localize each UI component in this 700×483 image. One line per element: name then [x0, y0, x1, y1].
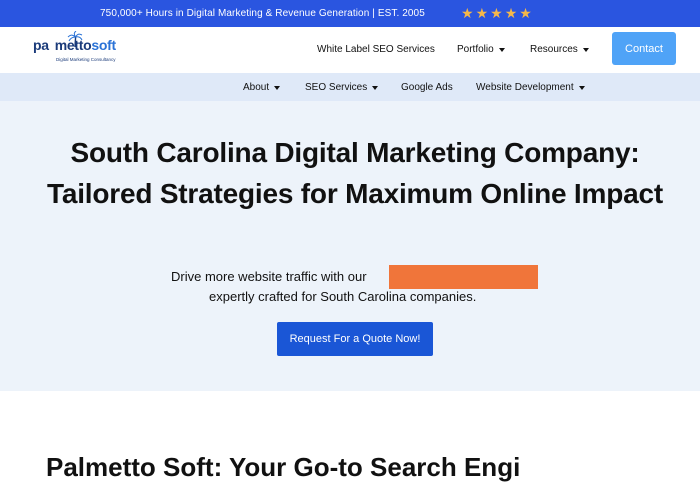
subnav-google-ads-label: Google Ads	[401, 82, 453, 93]
subnav-seo-services[interactable]: SEO Services	[305, 82, 379, 93]
secondary-navigation: About SEO Services Google Ads Website De…	[0, 73, 700, 101]
subnav-about-label: About	[243, 82, 270, 93]
chevron-down-icon	[372, 85, 379, 90]
nav-portfolio[interactable]: Portfolio	[457, 44, 505, 55]
site-header: pa mettosoft Digital Marketing Consultanc…	[0, 27, 700, 73]
subnav-seo-services-label: SEO Services	[305, 82, 368, 93]
rating-stars: ★ ★ ★ ★ ★	[461, 5, 532, 21]
hero-description-line2: expertly crafted for South Carolina comp…	[209, 289, 477, 304]
contact-button[interactable]: Contact	[612, 32, 676, 65]
nav-resources[interactable]: Resources	[530, 44, 589, 55]
star-icon: ★	[504, 5, 518, 21]
hero-description-line1: Drive more website traffic with our	[171, 269, 367, 284]
section-heading: Palmetto Soft: Your Go-to Search Engi	[46, 452, 521, 482]
redacted-link[interactable]	[389, 265, 538, 289]
star-icon: ★	[475, 5, 489, 21]
chevron-down-icon	[274, 85, 281, 90]
nav-portfolio-label: Portfolio	[457, 44, 494, 55]
top-announcement-bar: 750,000+ Hours in Digital Marketing & Re…	[0, 0, 700, 27]
hero-section: South Carolina Digital Marketing Company…	[0, 101, 700, 391]
subnav-google-ads[interactable]: Google Ads	[401, 82, 453, 93]
subnav-website-development[interactable]: Website Development	[476, 82, 585, 93]
main-navigation: White Label SEO Services Portfolio Resou…	[0, 27, 700, 73]
request-quote-button[interactable]: Request For a Quote Now!	[277, 322, 433, 356]
nav-white-label-label: White Label SEO Services	[317, 44, 435, 55]
star-icon: ★	[490, 5, 503, 21]
chevron-down-icon	[582, 47, 589, 52]
nav-resources-label: Resources	[530, 44, 578, 55]
star-icon: ★	[461, 5, 474, 21]
page-title: South Carolina Digital Marketing Company…	[47, 137, 663, 209]
chevron-down-icon	[578, 85, 585, 90]
subnav-about[interactable]: About	[243, 82, 281, 93]
chevron-down-icon	[498, 47, 505, 52]
star-icon: ★	[519, 5, 532, 21]
tagline-text: 750,000+ Hours in Digital Marketing & Re…	[100, 8, 425, 19]
nav-white-label-seo[interactable]: White Label SEO Services	[317, 44, 435, 55]
subnav-website-development-label: Website Development	[476, 82, 574, 93]
